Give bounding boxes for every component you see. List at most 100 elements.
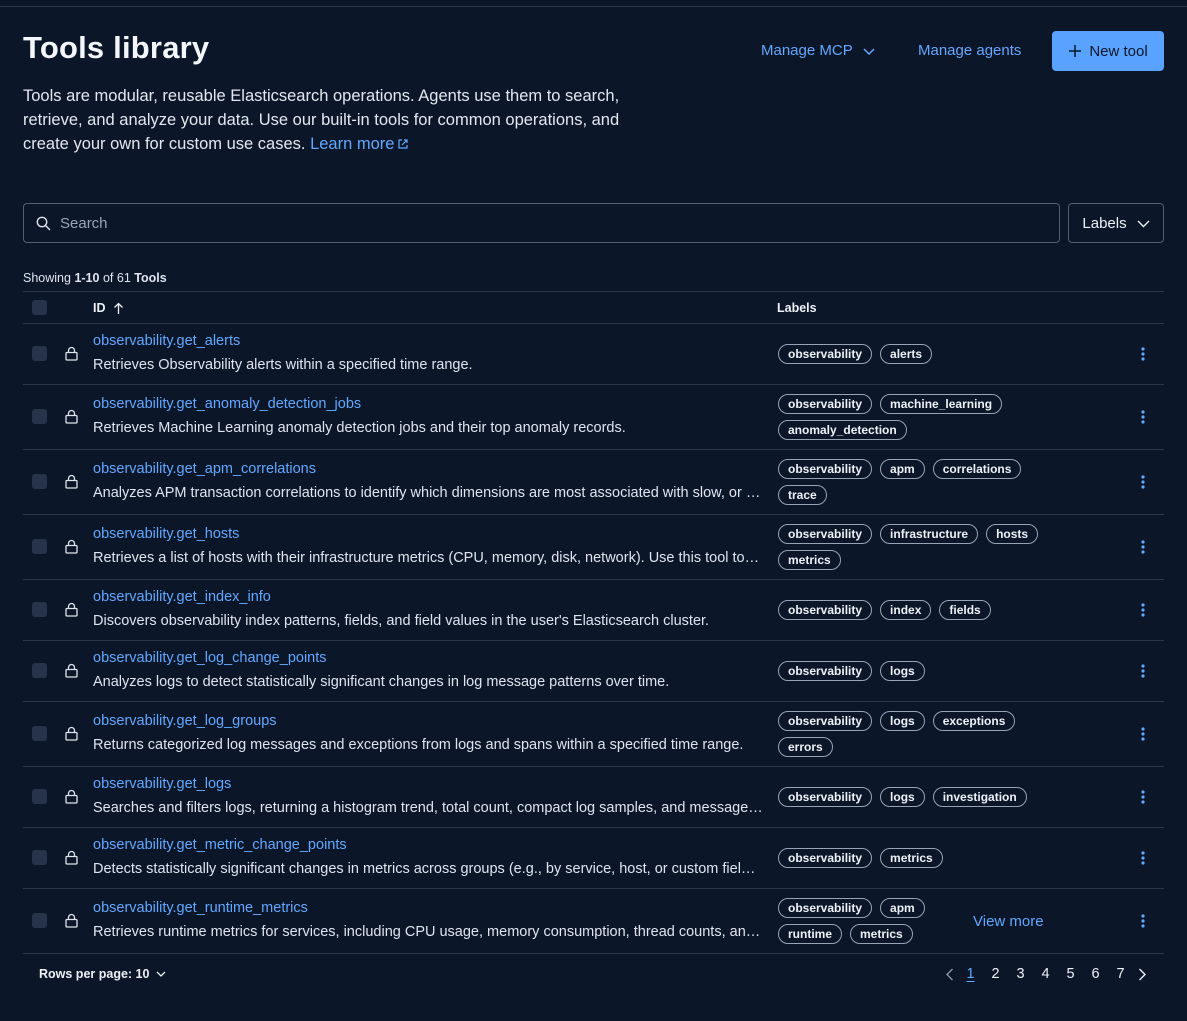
label-badge[interactable]: observability — [778, 394, 873, 414]
sort-ascending-icon — [113, 302, 123, 314]
label-badge[interactable]: errors — [778, 737, 833, 757]
row-checkbox[interactable] — [32, 409, 47, 424]
page-title: Tools library — [23, 30, 210, 65]
rows-per-page-label: Rows per page: 10 — [39, 967, 150, 981]
row-checkbox[interactable] — [32, 539, 47, 554]
label-badge[interactable]: alerts — [880, 344, 933, 364]
label-badge[interactable]: observability — [778, 600, 873, 620]
label-badge[interactable]: observability — [778, 898, 873, 918]
tool-id-link[interactable]: observability.get_apm_correlations — [93, 461, 316, 477]
lock-icon — [65, 850, 78, 865]
table-row: observability.get_anomaly_detection_jobs… — [23, 385, 1164, 450]
label-badge[interactable]: fields — [939, 600, 991, 620]
tool-id-link[interactable]: observability.get_anomaly_detection_jobs — [93, 396, 361, 412]
tool-id-link[interactable]: observability.get_index_info — [93, 589, 271, 605]
labels-filter-button[interactable]: Labels — [1068, 203, 1164, 243]
chevron-down-icon — [156, 971, 166, 977]
tool-labels: observability apm runtime metrics — [778, 898, 938, 944]
row-checkbox[interactable] — [32, 346, 47, 361]
tool-description: Discovers observability index patterns, … — [93, 613, 710, 629]
tool-id-link[interactable]: observability.get_hosts — [93, 526, 239, 542]
kebab-menu-icon[interactable] — [1138, 789, 1148, 805]
tool-id-link[interactable]: observability.get_metric_change_points — [93, 837, 347, 853]
kebab-menu-icon[interactable] — [1138, 474, 1148, 490]
next-page-button[interactable] — [1133, 964, 1151, 984]
row-checkbox[interactable] — [32, 726, 47, 741]
label-badge[interactable]: machine_learning — [880, 394, 1003, 414]
tool-id-link[interactable]: observability.get_log_change_points — [93, 650, 327, 666]
kebab-menu-icon[interactable] — [1138, 602, 1148, 618]
row-checkbox[interactable] — [32, 789, 47, 804]
page-number-button[interactable]: 4 — [1033, 966, 1058, 982]
label-badge[interactable]: trace — [778, 485, 827, 505]
tool-id-link[interactable]: observability.get_alerts — [93, 333, 240, 349]
tool-id-link[interactable]: observability.get_log_groups — [93, 713, 277, 729]
tool-description: Returns categorized log messages and exc… — [93, 737, 744, 753]
label-badge[interactable]: observability — [778, 661, 873, 681]
label-badge[interactable]: logs — [880, 661, 925, 681]
tool-labels: observability index fields — [778, 600, 1063, 620]
kebab-menu-icon[interactable] — [1138, 726, 1148, 742]
table-row: observability.get_index_info Discovers ob… — [23, 580, 1164, 641]
kebab-menu-icon[interactable] — [1138, 850, 1148, 866]
learn-more-label: Learn more — [310, 135, 395, 153]
label-badge[interactable]: metrics — [880, 848, 943, 868]
tool-id-link[interactable]: observability.get_logs — [93, 776, 231, 792]
table-row: observability.get_apm_correlations Analyz… — [23, 450, 1164, 515]
kebab-menu-icon[interactable] — [1138, 913, 1148, 929]
table-header: ID Labels — [23, 291, 1164, 324]
label-badge[interactable]: observability — [778, 711, 873, 731]
label-badge[interactable]: metrics — [778, 550, 841, 570]
label-badge[interactable]: runtime — [778, 924, 843, 944]
label-badge[interactable]: exceptions — [932, 711, 1016, 731]
manage-mcp-button[interactable]: Manage MCP — [761, 42, 876, 59]
select-all-checkbox[interactable] — [32, 300, 47, 315]
label-badge[interactable]: observability — [778, 459, 873, 479]
label-badge[interactable]: infrastructure — [880, 524, 979, 544]
kebab-menu-icon[interactable] — [1138, 539, 1148, 555]
label-badge[interactable]: logs — [880, 787, 925, 807]
tools-table: ID Labels observability.get_alerts Retrie… — [23, 291, 1164, 954]
tool-description: Detects statistically significant change… — [93, 861, 763, 877]
label-badge[interactable]: observability — [778, 344, 873, 364]
new-tool-button[interactable]: New tool — [1052, 31, 1164, 71]
kebab-menu-icon[interactable] — [1138, 346, 1148, 362]
page-number-button[interactable]: 1 — [958, 966, 983, 982]
view-more-link[interactable]: View more — [973, 913, 1044, 930]
label-badge[interactable]: metrics — [850, 924, 913, 944]
page-number-button[interactable]: 3 — [1008, 966, 1033, 982]
row-checkbox[interactable] — [32, 602, 47, 617]
learn-more-link[interactable]: Learn more — [310, 135, 409, 153]
label-badge[interactable]: correlations — [932, 459, 1022, 479]
kebab-menu-icon[interactable] — [1138, 663, 1148, 679]
label-badge[interactable]: anomaly_detection — [778, 420, 907, 440]
tool-id-link[interactable]: observability.get_runtime_metrics — [93, 900, 308, 916]
page-number-button[interactable]: 7 — [1108, 966, 1133, 982]
label-badge[interactable]: index — [880, 600, 932, 620]
page-number-button[interactable]: 2 — [983, 966, 1008, 982]
label-badge[interactable]: apm — [880, 459, 925, 479]
label-badge[interactable]: observability — [778, 848, 873, 868]
row-checkbox[interactable] — [32, 850, 47, 865]
table-row: observability.get_log_groups Returns cate… — [23, 702, 1164, 767]
search-input[interactable] — [60, 214, 1020, 232]
label-badge[interactable]: observability — [778, 787, 873, 807]
page-number-button[interactable]: 6 — [1083, 966, 1108, 982]
page-number-button[interactable]: 5 — [1058, 966, 1083, 982]
row-checkbox[interactable] — [32, 913, 47, 928]
row-checkbox[interactable] — [32, 663, 47, 678]
label-badge[interactable]: logs — [880, 711, 925, 731]
row-checkbox[interactable] — [32, 474, 47, 489]
id-column-header[interactable]: ID — [93, 301, 124, 315]
label-badge[interactable]: observability — [778, 524, 873, 544]
kebab-menu-icon[interactable] — [1138, 409, 1148, 425]
rows-per-page-selector[interactable]: Rows per page: 10 — [39, 967, 166, 981]
new-tool-label: New tool — [1089, 42, 1148, 60]
label-badge[interactable]: investigation — [932, 787, 1027, 807]
tool-labels: observability metrics — [778, 848, 1063, 868]
previous-page-button[interactable] — [940, 964, 958, 984]
manage-agents-link[interactable]: Manage agents — [918, 42, 1021, 59]
search-box[interactable] — [23, 203, 1060, 243]
label-badge[interactable]: hosts — [986, 524, 1039, 544]
label-badge[interactable]: apm — [880, 898, 925, 918]
